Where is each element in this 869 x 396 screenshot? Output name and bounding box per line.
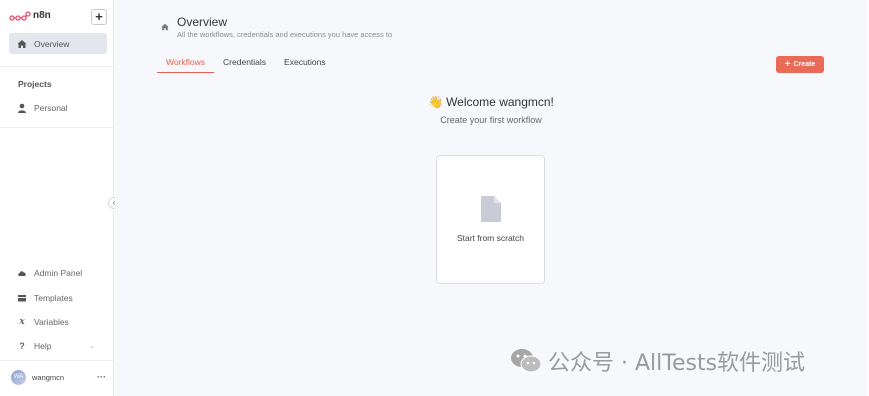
app-name: n8n — [33, 10, 51, 21]
sidebar: n8n + Overview Projects Personal ‹ Admin… — [0, 0, 120, 396]
cloud-icon — [17, 268, 27, 278]
user-icon — [17, 103, 27, 113]
sidebar-item-templates[interactable]: Templates — [9, 287, 107, 308]
sidebar-item-label: Help — [34, 340, 52, 351]
file-icon — [481, 196, 501, 222]
welcome-heading: 👋 Welcome wangmcn! — [115, 95, 867, 109]
watermark: 公众号 · AllTests软件测试 — [510, 348, 806, 376]
templates-icon — [17, 293, 27, 303]
plus-icon: + — [784, 59, 791, 70]
divider — [0, 66, 114, 67]
sidebar-item-label: Overview — [34, 38, 70, 49]
chevron-down-icon: ⌄ — [89, 342, 95, 350]
variable-icon: x — [19, 316, 25, 327]
sidebar-item-label: Admin Panel — [34, 267, 83, 278]
create-button[interactable]: + Create — [776, 56, 824, 73]
projects-heading: Projects — [18, 79, 52, 89]
sidebar-item-help[interactable]: ? Help ⌄ — [9, 335, 107, 356]
divider — [0, 360, 114, 361]
welcome-text: Welcome wangmcn! — [446, 95, 554, 109]
logo[interactable]: n8n + — [8, 8, 108, 26]
sidebar-item-label: Personal — [34, 102, 68, 113]
home-icon — [17, 39, 27, 49]
page-title: Overview — [177, 15, 228, 29]
add-button[interactable]: + — [91, 9, 107, 25]
card-label: Start from scratch — [456, 233, 525, 243]
divider — [0, 127, 114, 128]
home-icon — [161, 23, 169, 33]
sidebar-item-admin-panel[interactable]: Admin Panel — [9, 262, 107, 283]
plus-icon: + — [95, 9, 103, 24]
tabs: Workflows Credentials Executions — [157, 57, 335, 73]
sidebar-item-label: Templates — [34, 292, 73, 303]
main-content: Overview All the workflows, credentials … — [115, 0, 867, 396]
start-from-scratch-card[interactable]: Start from scratch — [436, 155, 545, 284]
more-options-icon[interactable]: ··· — [97, 372, 106, 382]
tab-credentials[interactable]: Credentials — [214, 57, 275, 73]
user-menu[interactable]: WA wangmcn ··· — [11, 369, 106, 385]
sidebar-item-variables[interactable]: x Variables — [9, 311, 107, 332]
tab-workflows[interactable]: Workflows — [157, 57, 215, 73]
tab-executions[interactable]: Executions — [275, 57, 335, 73]
sidebar-item-personal[interactable]: Personal — [9, 97, 107, 118]
n8n-logo-icon — [9, 11, 31, 21]
question-icon: ? — [19, 340, 25, 351]
sidebar-item-label: Variables — [34, 316, 69, 327]
avatar: WA — [11, 369, 26, 385]
wechat-icon — [511, 349, 542, 373]
watermark-text: 公众号 · AllTests软件测试 — [548, 351, 806, 376]
welcome-subtitle: Create your first workflow — [440, 115, 542, 125]
user-name: wangmcn — [32, 372, 65, 382]
wave-emoji: 👋 — [428, 95, 444, 109]
create-button-label: Create — [793, 61, 816, 68]
page-subtitle: All the workflows, credentials and execu… — [177, 30, 393, 39]
sidebar-item-overview[interactable]: Overview — [9, 33, 107, 54]
